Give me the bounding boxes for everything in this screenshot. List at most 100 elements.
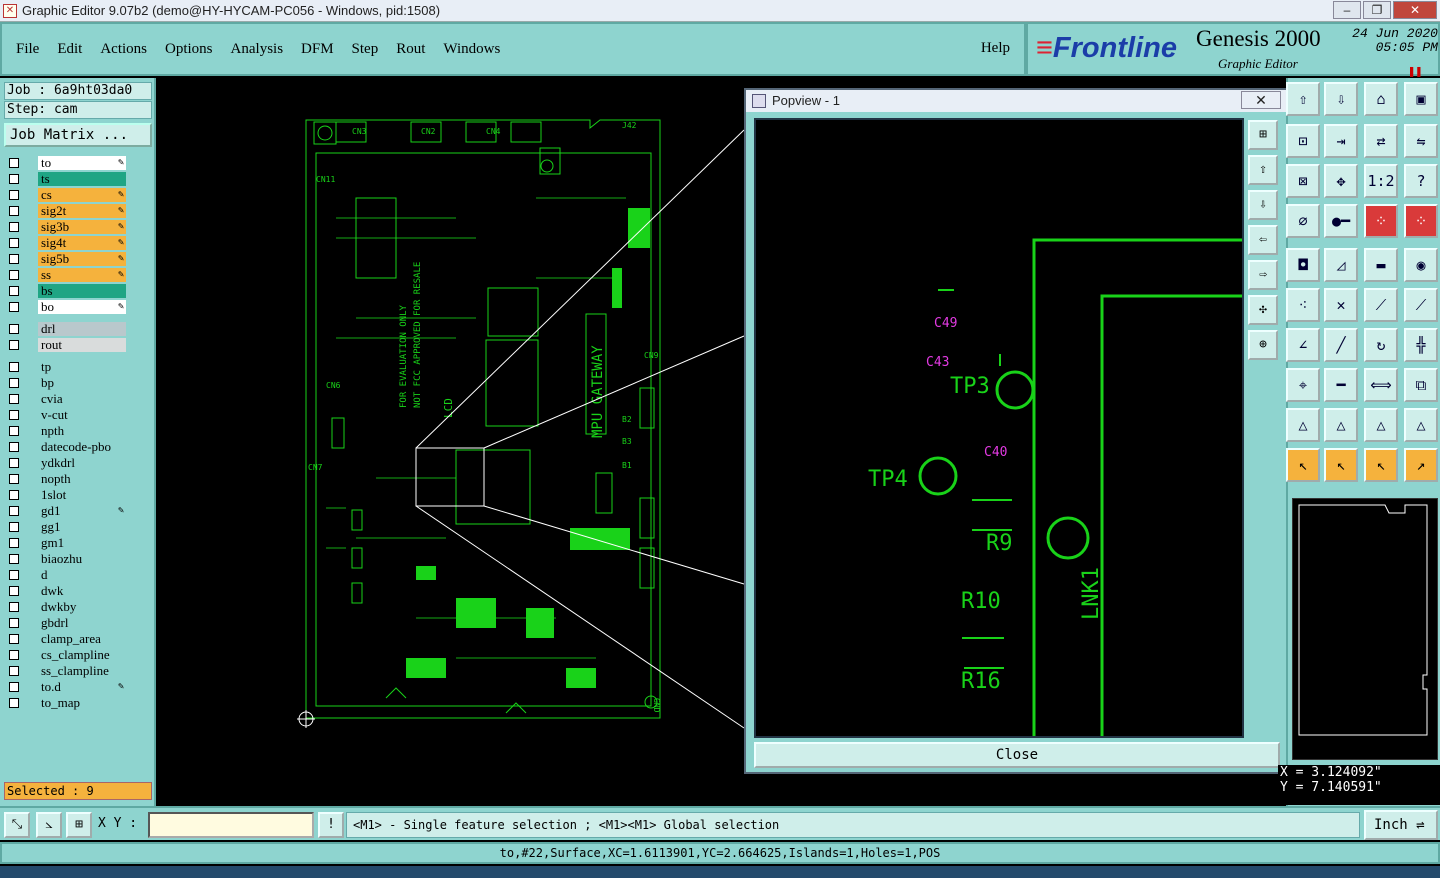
layer-row[interactable]: npth: [4, 424, 126, 438]
status-grid-icon[interactable]: ⊞: [66, 812, 92, 838]
tool-move-right-icon[interactable]: ⇥: [1324, 124, 1358, 158]
tool-split-icon[interactable]: ╬: [1404, 328, 1438, 362]
layer-name[interactable]: bp: [38, 376, 126, 390]
layer-name[interactable]: bs: [38, 284, 126, 298]
tool-snap-icon[interactable]: ⊡: [1286, 124, 1320, 158]
tool-mirror-icon[interactable]: ⇄: [1364, 124, 1398, 158]
tool-link-icon[interactable]: ⟋: [1364, 288, 1398, 322]
layer-checkbox[interactable]: [9, 458, 19, 468]
layer-row[interactable]: bp: [4, 376, 126, 390]
tool-triangle4-icon[interactable]: △: [1404, 408, 1438, 442]
layer-name[interactable]: sig5b: [38, 252, 126, 266]
tool-select2-icon[interactable]: ↖: [1324, 448, 1358, 482]
tool-select-icon[interactable]: ↖: [1286, 448, 1320, 482]
tool-measure-icon[interactable]: ⌀: [1286, 204, 1320, 238]
layer-checkbox[interactable]: [9, 340, 19, 350]
layer-row[interactable]: v-cut: [4, 408, 126, 422]
minimize-button[interactable]: –: [1333, 1, 1361, 19]
layer-row[interactable]: drl: [4, 322, 126, 336]
popview-close-button[interactable]: Close: [754, 742, 1280, 768]
job-matrix-button[interactable]: Job Matrix ...: [4, 123, 152, 147]
menu-analysis[interactable]: Analysis: [231, 41, 284, 58]
layer-row[interactable]: cs ✎: [4, 188, 126, 202]
layer-row[interactable]: gm1: [4, 536, 126, 550]
layer-row[interactable]: nopth: [4, 472, 126, 486]
layer-checkbox[interactable]: [9, 442, 19, 452]
layer-row[interactable]: to ✎: [4, 156, 126, 170]
layer-checkbox[interactable]: [9, 238, 19, 248]
layer-name[interactable]: sig3b: [38, 220, 126, 234]
tool-target-icon[interactable]: ◉: [1404, 248, 1438, 282]
layer-name[interactable]: nopth: [38, 472, 126, 486]
tool-select4-icon[interactable]: ↗: [1404, 448, 1438, 482]
popview-close-icon[interactable]: ✕: [1241, 91, 1281, 109]
tool-fit-icon[interactable]: ⊠: [1286, 164, 1320, 198]
layer-checkbox[interactable]: [9, 618, 19, 628]
layer-row[interactable]: gg1: [4, 520, 126, 534]
status-measure-icon[interactable]: ⤡: [4, 812, 30, 838]
layer-checkbox[interactable]: [9, 158, 19, 168]
tool-span-icon[interactable]: ⟺: [1364, 368, 1398, 402]
popview-view[interactable]: C49 C43 TP3 C40 TP4 R9 R10 R16 LNK1: [754, 118, 1244, 738]
layer-checkbox[interactable]: [9, 490, 19, 500]
layer-name[interactable]: ts: [38, 172, 126, 186]
layer-checkbox[interactable]: [9, 586, 19, 596]
layer-checkbox[interactable]: [9, 378, 19, 388]
tool-select3-icon[interactable]: ↖: [1364, 448, 1398, 482]
layer-name[interactable]: cs: [38, 188, 126, 202]
layer-name[interactable]: gbdrl: [38, 616, 126, 630]
layer-name[interactable]: to: [38, 156, 126, 170]
layer-name[interactable]: dwkby: [38, 600, 126, 614]
layer-row[interactable]: ss_clampline: [4, 664, 126, 678]
popview-zoom-home-icon[interactable]: ⊞: [1248, 120, 1278, 150]
layer-checkbox[interactable]: [9, 666, 19, 676]
tool-angle-icon[interactable]: ∠: [1286, 328, 1320, 362]
tool-connect-icon[interactable]: ⁖: [1286, 288, 1320, 322]
layer-row[interactable]: ydkdrl: [4, 456, 126, 470]
tool-add-pad-icon[interactable]: ◘: [1286, 248, 1320, 282]
layer-name[interactable]: bo: [38, 300, 126, 314]
layer-checkbox[interactable]: [9, 634, 19, 644]
layer-checkbox[interactable]: [9, 602, 19, 612]
tool-ruler-icon[interactable]: ▬: [1364, 248, 1398, 282]
layer-checkbox[interactable]: [9, 570, 19, 580]
alert-icon[interactable]: !: [318, 812, 344, 838]
layer-name[interactable]: sig4t: [38, 236, 126, 250]
layer-checkbox[interactable]: [9, 190, 19, 200]
layer-checkbox[interactable]: [9, 682, 19, 692]
layer-row[interactable]: sig3b ✎: [4, 220, 126, 234]
layer-row[interactable]: ts: [4, 172, 126, 186]
layer-row[interactable]: biaozhu: [4, 552, 126, 566]
layer-name[interactable]: sig2t: [38, 204, 126, 218]
layer-checkbox[interactable]: [9, 270, 19, 280]
layer-name[interactable]: cvia: [38, 392, 126, 406]
layer-row[interactable]: dwk: [4, 584, 126, 598]
layer-name[interactable]: datecode-pbo: [38, 440, 126, 454]
tool-swap-icon[interactable]: ⇋: [1404, 124, 1438, 158]
layer-name[interactable]: to_map: [38, 696, 126, 710]
overview-map[interactable]: [1292, 498, 1438, 760]
layer-name[interactable]: dwk: [38, 584, 126, 598]
tool-triangle2-icon[interactable]: △: [1324, 408, 1358, 442]
popview-pan-right-icon[interactable]: ⇨: [1248, 260, 1278, 290]
layer-row[interactable]: sig2t ✎: [4, 204, 126, 218]
layer-row[interactable]: gd1 ✎: [4, 504, 126, 518]
xy-input[interactable]: [148, 812, 314, 838]
layer-row[interactable]: rout: [4, 338, 126, 352]
popview-pan-left-icon[interactable]: ⇦: [1248, 225, 1278, 255]
layer-row[interactable]: to.d ✎: [4, 680, 126, 694]
layer-checkbox[interactable]: [9, 554, 19, 564]
menu-edit[interactable]: Edit: [57, 41, 82, 58]
layer-checkbox[interactable]: [9, 426, 19, 436]
layer-name[interactable]: drl: [38, 322, 126, 336]
layer-checkbox[interactable]: [9, 222, 19, 232]
status-snap-icon[interactable]: ⦣: [36, 812, 62, 838]
menu-file[interactable]: File: [16, 41, 39, 58]
layer-name[interactable]: clamp_area: [38, 632, 126, 646]
layer-checkbox[interactable]: [9, 698, 19, 708]
layer-row[interactable]: 1slot: [4, 488, 126, 502]
layer-row[interactable]: to_map: [4, 696, 126, 710]
layer-checkbox[interactable]: [9, 302, 19, 312]
tool-rotate-icon[interactable]: ↻: [1364, 328, 1398, 362]
layer-row[interactable]: ss ✎: [4, 268, 126, 282]
